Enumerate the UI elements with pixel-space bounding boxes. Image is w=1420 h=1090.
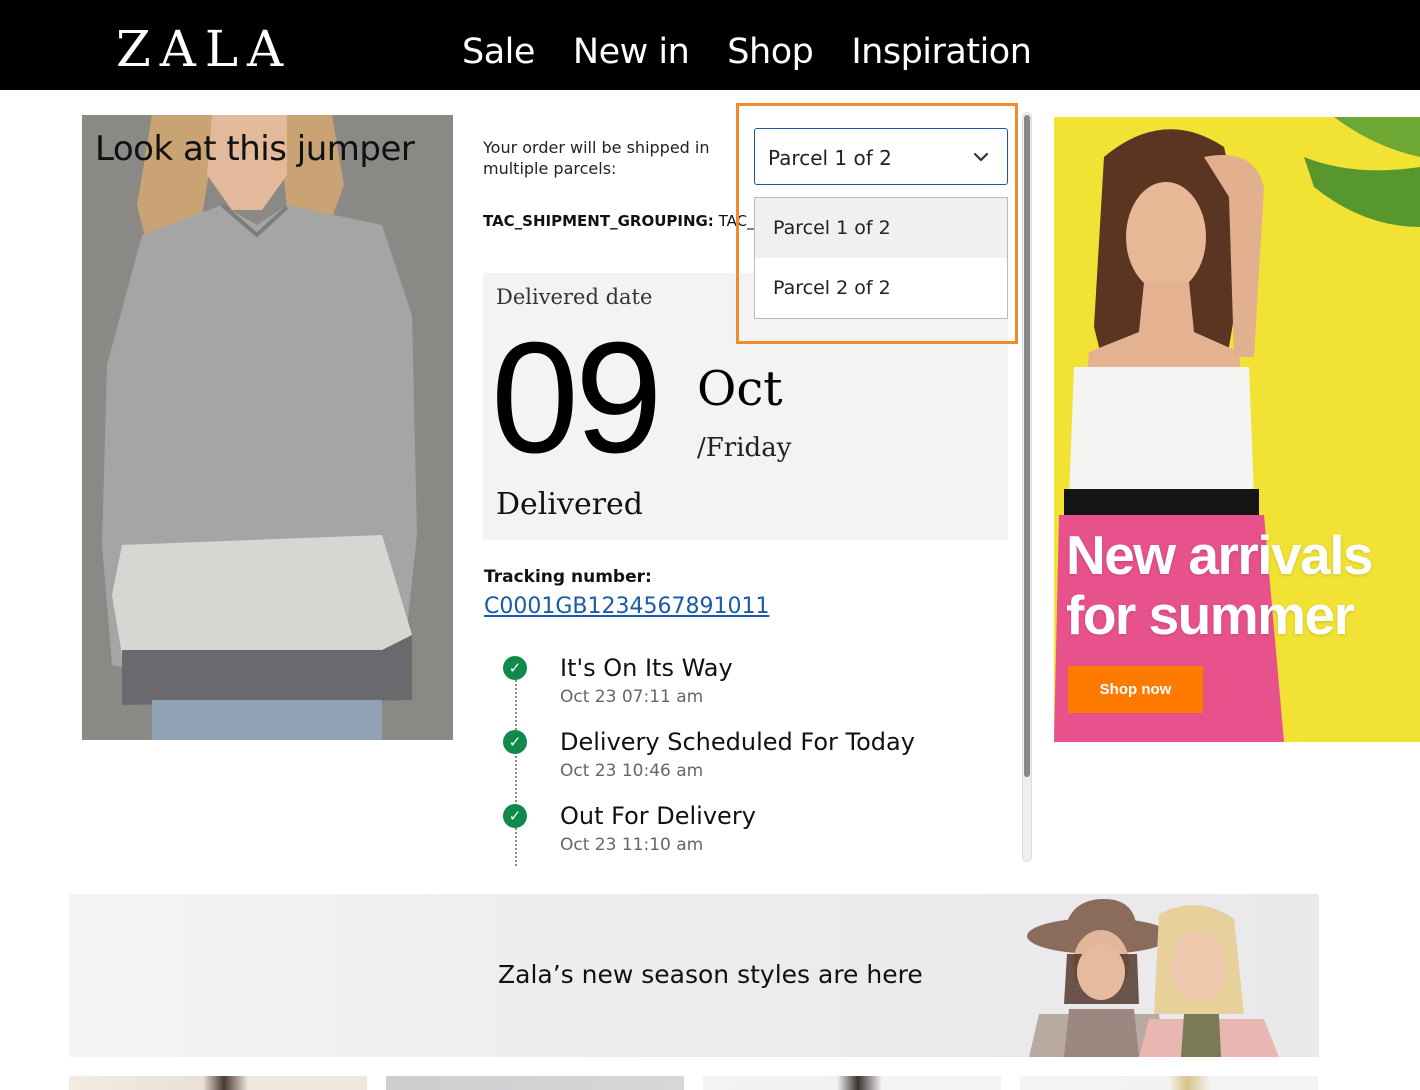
delivery-status: Delivered bbox=[496, 487, 643, 522]
nav-new-in[interactable]: New in bbox=[573, 30, 690, 74]
delivered-date-label: Delivered date bbox=[496, 285, 653, 309]
shipment-grouping: TAC_SHIPMENT_GROUPING: TAC_G bbox=[483, 212, 766, 230]
jumper-promo[interactable]: Look at this jumper bbox=[82, 115, 453, 740]
parcel-options-list: Parcel 1 of 2 Parcel 2 of 2 bbox=[754, 197, 1008, 319]
shop-now-button[interactable]: Shop now bbox=[1068, 666, 1203, 713]
site-header: ZALA Sale New in Shop Inspiration bbox=[0, 0, 1420, 90]
parcel-select[interactable]: Parcel 1 of 2 bbox=[754, 128, 1008, 185]
event-title: It's On Its Way bbox=[560, 654, 733, 682]
nav-shop[interactable]: Shop bbox=[727, 30, 814, 74]
jumper-caption: Look at this jumper bbox=[95, 129, 415, 169]
event-time: Oct 23 10:46 am bbox=[560, 761, 704, 781]
scrollbar-thumb[interactable] bbox=[1024, 115, 1030, 777]
nav-sale[interactable]: Sale bbox=[462, 30, 535, 74]
product-thumbnail[interactable] bbox=[69, 1076, 367, 1090]
parcel-select-value: Parcel 1 of 2 bbox=[768, 146, 892, 170]
promo-headline: New arrivals for summer bbox=[1066, 524, 1374, 646]
event-title: Out For Delivery bbox=[560, 802, 756, 830]
product-thumbnail[interactable] bbox=[703, 1076, 1001, 1090]
banner-text: Zala’s new season styles are here bbox=[498, 960, 923, 989]
main-nav: Sale New in Shop Inspiration bbox=[462, 30, 1032, 74]
summer-arrivals-promo[interactable]: New arrivals for summer Shop now bbox=[1054, 117, 1420, 742]
grouping-label: TAC_SHIPMENT_GROUPING: bbox=[483, 212, 714, 230]
product-thumbnail[interactable] bbox=[1020, 1076, 1318, 1090]
parcel-option-2[interactable]: Parcel 2 of 2 bbox=[755, 258, 1007, 318]
check-icon: ✓ bbox=[503, 804, 527, 828]
parcel-option-1[interactable]: Parcel 1 of 2 bbox=[755, 198, 1007, 258]
tracking-number-link[interactable]: C0001GB1234567891011 bbox=[484, 594, 769, 619]
tracking-number-label: Tracking number: bbox=[484, 567, 652, 587]
product-thumbnails bbox=[69, 1076, 1318, 1090]
nav-inspiration[interactable]: Inspiration bbox=[851, 30, 1032, 74]
delivered-month: Oct bbox=[697, 361, 783, 417]
zala-logo[interactable]: ZALA bbox=[116, 22, 292, 76]
chevron-down-icon bbox=[973, 152, 989, 162]
product-thumbnail[interactable] bbox=[386, 1076, 684, 1090]
event-time: Oct 23 11:10 am bbox=[560, 835, 704, 855]
panel-scrollbar[interactable] bbox=[1022, 112, 1032, 862]
timeline-event: ✓ Delivery Scheduled For Today Oct 23 10… bbox=[500, 728, 980, 804]
banner-models-photo bbox=[1027, 899, 1279, 1057]
shipping-note: Your order will be shipped in multiple p… bbox=[483, 138, 710, 178]
timeline-event: ✓ It's On Its Way Oct 23 07:11 am bbox=[500, 654, 980, 730]
delivered-weekday: /Friday bbox=[697, 433, 792, 463]
check-icon: ✓ bbox=[503, 730, 527, 754]
check-icon: ✓ bbox=[503, 656, 527, 680]
event-title: Delivery Scheduled For Today bbox=[560, 728, 915, 756]
jumper-photo bbox=[82, 115, 453, 740]
new-season-banner[interactable]: Zala’s new season styles are here bbox=[69, 894, 1319, 1057]
event-time: Oct 23 07:11 am bbox=[560, 687, 704, 707]
tracking-timeline: ✓ It's On Its Way Oct 23 07:11 am ✓ Deli… bbox=[500, 654, 980, 868]
timeline-event: ✓ Out For Delivery Oct 23 11:10 am bbox=[500, 802, 980, 868]
model-photo bbox=[1054, 117, 1420, 742]
delivered-day: 09 bbox=[491, 310, 663, 486]
